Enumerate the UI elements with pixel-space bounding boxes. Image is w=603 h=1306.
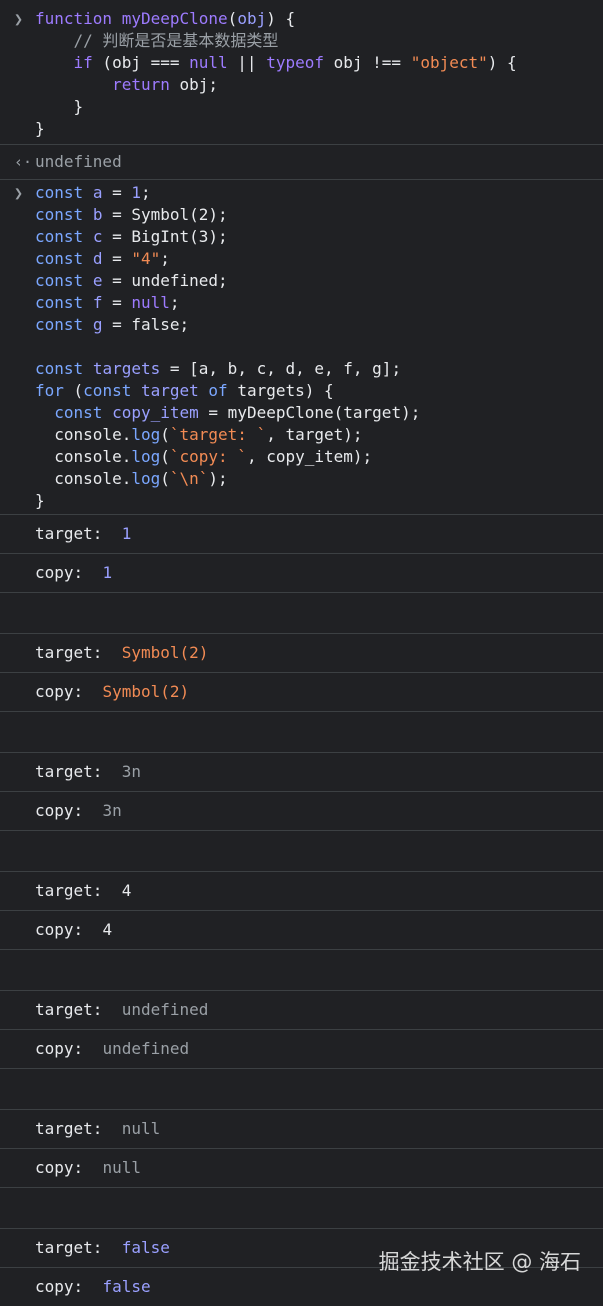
code-line: } bbox=[35, 119, 45, 138]
log-target: target: undefined bbox=[0, 990, 603, 1029]
log-copy: copy: 1 bbox=[0, 553, 603, 592]
result-value: undefined bbox=[35, 152, 122, 171]
log-blank bbox=[0, 1068, 603, 1109]
log-blank bbox=[0, 949, 603, 990]
code-line: const f = null; bbox=[35, 293, 180, 312]
log-copy: copy: undefined bbox=[0, 1029, 603, 1068]
log-target: target: null bbox=[0, 1109, 603, 1148]
code-line: for (const target of targets) { bbox=[35, 381, 334, 400]
console-output: target: 1 copy: 1 target: Symbol(2) copy… bbox=[0, 514, 603, 1306]
code-line: const a = 1; bbox=[35, 183, 151, 202]
log-target: target: 1 bbox=[0, 514, 603, 553]
log-target: target: Symbol(2) bbox=[0, 633, 603, 672]
log-copy: copy: Symbol(2) bbox=[0, 672, 603, 711]
code-line: const targets = [a, b, c, d, e, f, g]; bbox=[35, 359, 402, 378]
log-blank bbox=[0, 592, 603, 633]
code-line: console.log(`target: `, target); bbox=[35, 425, 363, 444]
console-input-entry-targets: ❯ const a = 1; const b = Symbol(2); cons… bbox=[0, 180, 603, 512]
log-target: target: 3n bbox=[0, 752, 603, 791]
code-block: function myDeepClone(obj) { // 判断是否是基本数据… bbox=[35, 8, 603, 140]
log-target: target: 4 bbox=[0, 871, 603, 910]
log-blank bbox=[0, 1187, 603, 1228]
log-copy: copy: 3n bbox=[0, 791, 603, 830]
log-blank bbox=[0, 711, 603, 752]
code-line: console.log(`copy: `, copy_item); bbox=[35, 447, 373, 466]
watermark: 掘金技术社区 @ 海石 bbox=[378, 1250, 581, 1274]
code-line: const d = "4"; bbox=[35, 249, 170, 268]
code-line: const g = false; bbox=[35, 315, 190, 334]
code-line: const copy_item = myDeepClone(target); bbox=[54, 403, 421, 422]
code-line: return obj; bbox=[112, 75, 219, 94]
log-blank bbox=[0, 830, 603, 871]
log-copy: copy: null bbox=[0, 1148, 603, 1187]
code-line: } bbox=[73, 97, 84, 116]
log-copy: copy: 4 bbox=[0, 910, 603, 949]
code-line: const e = undefined; bbox=[35, 271, 228, 290]
code-line: console.log(`\n`); bbox=[35, 469, 228, 488]
console-panel: ❯ function myDeepClone(obj) { // 判断是否是基本… bbox=[0, 0, 603, 1306]
code-line: // 判断是否是基本数据类型 bbox=[73, 31, 279, 50]
code-line: const b = Symbol(2); bbox=[35, 205, 228, 224]
code-line: const c = BigInt(3); bbox=[35, 227, 228, 246]
chevron-right-icon: ❯ bbox=[14, 10, 24, 28]
code-line: function myDeepClone(obj) { bbox=[35, 9, 296, 28]
code-line: if (obj === null || typeof obj !== "obje… bbox=[73, 53, 517, 72]
chevron-right-icon: ❯ bbox=[14, 184, 24, 202]
console-result-undefined: ‹· undefined bbox=[0, 145, 603, 179]
return-arrow-icon: ‹· bbox=[14, 153, 33, 171]
console-input-entry-function: ❯ function myDeepClone(obj) { // 判断是否是基本… bbox=[0, 0, 603, 140]
code-line: } bbox=[35, 491, 45, 510]
code-block: const a = 1; const b = Symbol(2); const … bbox=[35, 182, 603, 512]
